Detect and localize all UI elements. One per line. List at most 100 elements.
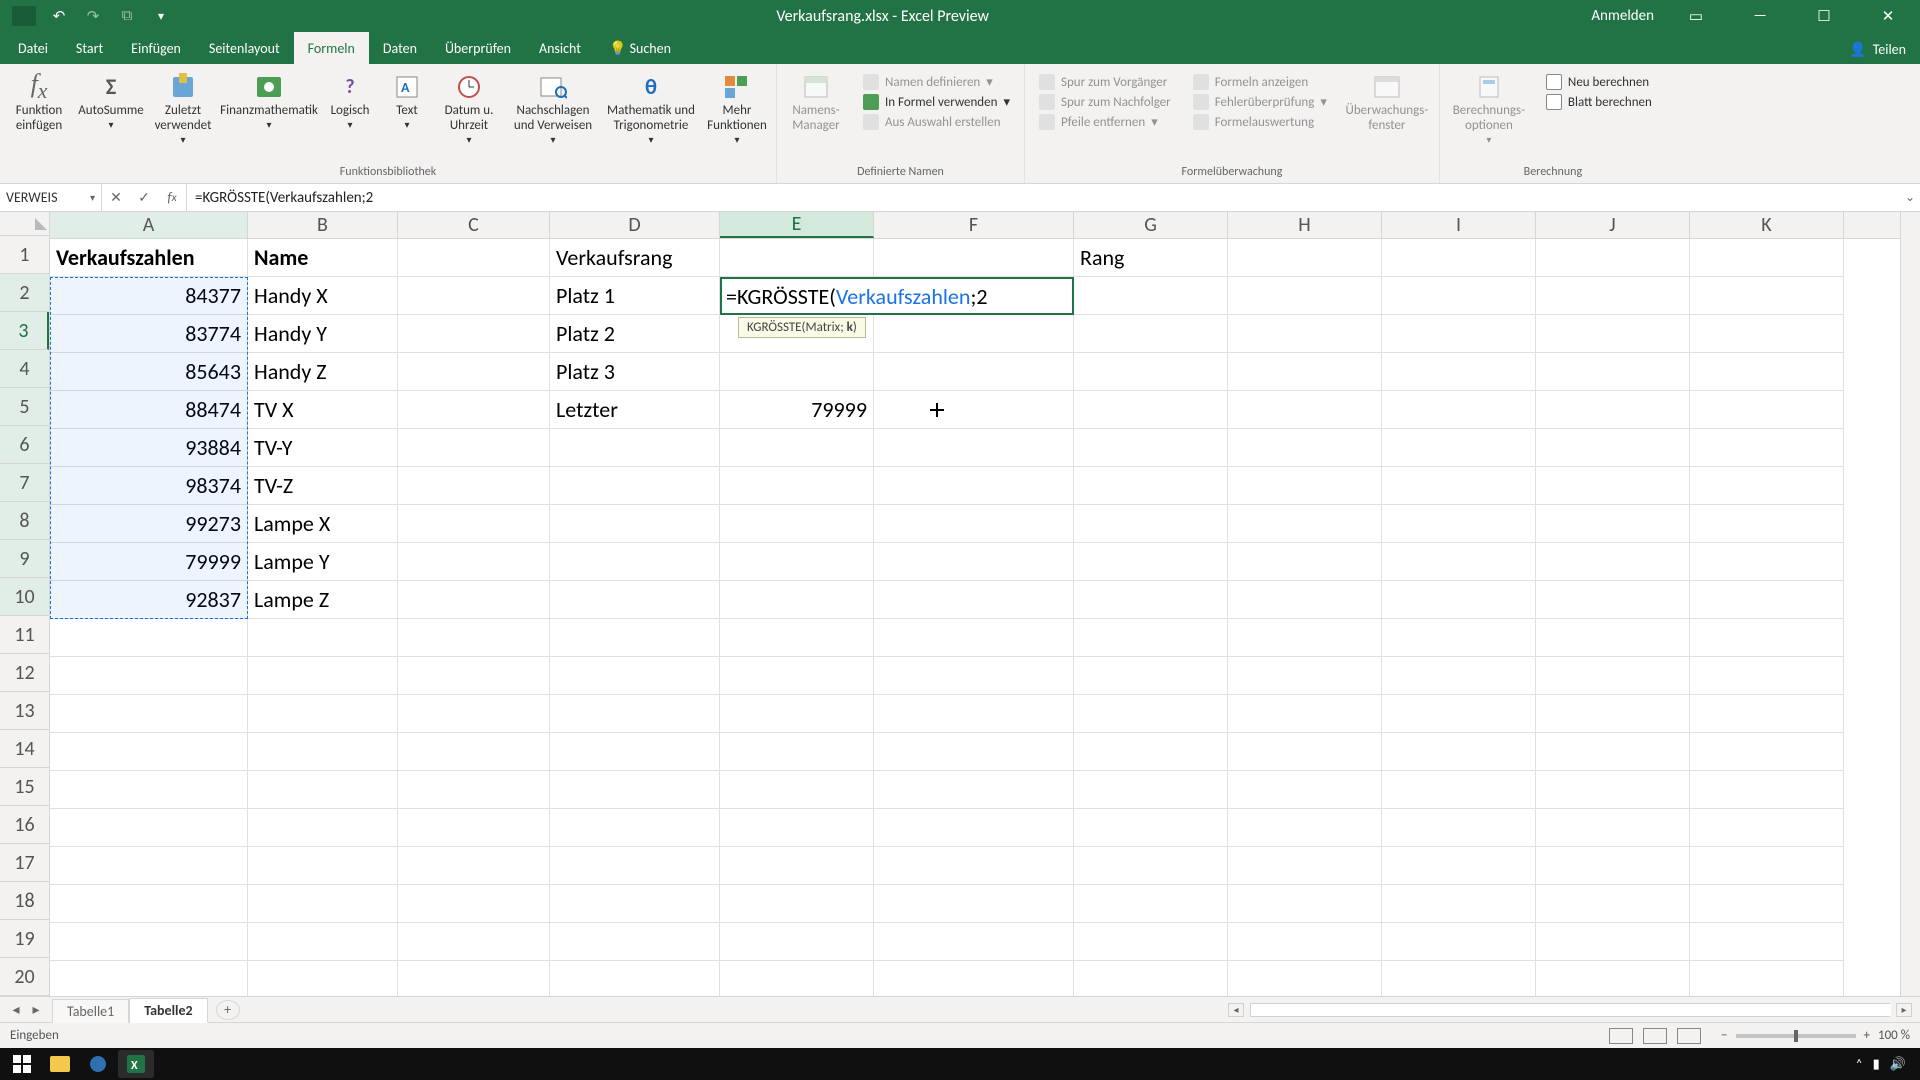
col-header-B[interactable]: B: [248, 212, 398, 238]
cell-E7[interactable]: [720, 467, 874, 505]
cell-C9[interactable]: [398, 543, 550, 581]
cell-A13[interactable]: [50, 695, 248, 733]
taskbar-explorer[interactable]: [42, 1050, 78, 1078]
cell-H10[interactable]: [1228, 581, 1382, 619]
cell-J8[interactable]: [1536, 505, 1690, 543]
cell-J4[interactable]: [1536, 353, 1690, 391]
cell-K19[interactable]: [1690, 923, 1844, 961]
tab-daten[interactable]: Daten: [369, 32, 431, 64]
cell-I10[interactable]: [1382, 581, 1536, 619]
row-header-20[interactable]: 20: [0, 958, 49, 996]
cell-D11[interactable]: [550, 619, 720, 657]
cell-F3[interactable]: [874, 315, 1074, 353]
cell-H2[interactable]: [1228, 277, 1382, 315]
btn-fehlerueberpruefung[interactable]: Fehlerüberprüfung ▾: [1187, 94, 1333, 110]
cell-H4[interactable]: [1228, 353, 1382, 391]
cell-I15[interactable]: [1382, 771, 1536, 809]
view-pagebreak-button[interactable]: [1677, 1028, 1701, 1044]
cell-H3[interactable]: [1228, 315, 1382, 353]
taskbar-excel[interactable]: X: [118, 1050, 154, 1078]
row-header-9[interactable]: 9: [0, 540, 49, 578]
cell-D7[interactable]: [550, 467, 720, 505]
cell-H14[interactable]: [1228, 733, 1382, 771]
cell-F12[interactable]: [874, 657, 1074, 695]
row-header-10[interactable]: 10: [0, 578, 49, 616]
function-tooltip[interactable]: KGRÖSSTE(Matrix; k): [738, 317, 866, 338]
cell-G11[interactable]: [1074, 619, 1228, 657]
cell-G15[interactable]: [1074, 771, 1228, 809]
cell-H19[interactable]: [1228, 923, 1382, 961]
formula-expand-button[interactable]: ⌄: [1900, 184, 1920, 211]
cell-A1[interactable]: Verkaufszahlen: [50, 239, 248, 277]
cell-C13[interactable]: [398, 695, 550, 733]
cell-D9[interactable]: [550, 543, 720, 581]
cell-F1[interactable]: [874, 239, 1074, 277]
cell-A7[interactable]: 98374: [50, 467, 248, 505]
cell-E11[interactable]: [720, 619, 874, 657]
cell-A17[interactable]: [50, 847, 248, 885]
btn-spur-nachfolger[interactable]: Spur zum Nachfolger: [1033, 94, 1177, 110]
cell-F18[interactable]: [874, 885, 1074, 923]
sheet-nav-last[interactable]: ▸: [28, 1001, 44, 1018]
cell-F17[interactable]: [874, 847, 1074, 885]
cell-G3[interactable]: [1074, 315, 1228, 353]
cell-D6[interactable]: [550, 429, 720, 467]
cell-H12[interactable]: [1228, 657, 1382, 695]
cells-area[interactable]: VerkaufszahlenNameVerkaufsrangRang84377H…: [50, 239, 1900, 996]
col-header-I[interactable]: I: [1382, 212, 1536, 238]
cell-D2[interactable]: Platz 1: [550, 277, 720, 315]
col-header-G[interactable]: G: [1074, 212, 1228, 238]
cell-C5[interactable]: [398, 391, 550, 429]
btn-logisch[interactable]: ?Logisch▾: [324, 68, 376, 130]
btn-in-formel-verwenden[interactable]: In Formel verwenden ▾: [857, 94, 1016, 110]
taskbar-edge[interactable]: [80, 1050, 116, 1078]
cell-D4[interactable]: Platz 3: [550, 353, 720, 391]
cell-H6[interactable]: [1228, 429, 1382, 467]
btn-aus-auswahl-erstellen[interactable]: Aus Auswahl erstellen: [857, 114, 1016, 130]
cell-H7[interactable]: [1228, 467, 1382, 505]
cell-I13[interactable]: [1382, 695, 1536, 733]
cell-E16[interactable]: [720, 809, 874, 847]
row-header-7[interactable]: 7: [0, 464, 49, 502]
view-pagelayout-button[interactable]: [1643, 1028, 1667, 1044]
close-button[interactable]: ✕: [1866, 0, 1910, 32]
cell-D18[interactable]: [550, 885, 720, 923]
cell-I8[interactable]: [1382, 505, 1536, 543]
cell-K7[interactable]: [1690, 467, 1844, 505]
cell-F4[interactable]: [874, 353, 1074, 391]
cell-C14[interactable]: [398, 733, 550, 771]
col-header-H[interactable]: H: [1228, 212, 1382, 238]
sheet-tab-tabelle2[interactable]: Tabelle2: [129, 998, 207, 1023]
cell-E6[interactable]: [720, 429, 874, 467]
cell-K4[interactable]: [1690, 353, 1844, 391]
row-header-17[interactable]: 17: [0, 844, 49, 882]
cell-G7[interactable]: [1074, 467, 1228, 505]
touchmode-button[interactable]: ⧉: [114, 3, 140, 29]
system-tray[interactable]: ˄ ▮ 🔊: [1846, 1057, 1916, 1072]
cell-C2[interactable]: [398, 277, 550, 315]
cell-H16[interactable]: [1228, 809, 1382, 847]
cell-D17[interactable]: [550, 847, 720, 885]
zoom-in-button[interactable]: +: [1864, 1028, 1870, 1043]
cell-K20[interactable]: [1690, 961, 1844, 996]
cell-J14[interactable]: [1536, 733, 1690, 771]
cell-F19[interactable]: [874, 923, 1074, 961]
cell-G1[interactable]: Rang: [1074, 239, 1228, 277]
cell-B13[interactable]: [248, 695, 398, 733]
cell-I6[interactable]: [1382, 429, 1536, 467]
cell-J17[interactable]: [1536, 847, 1690, 885]
cell-C1[interactable]: [398, 239, 550, 277]
btn-nachschlagen[interactable]: Nachschlagen und Verweisen▾: [510, 68, 596, 145]
tab-ansicht[interactable]: Ansicht: [525, 32, 595, 64]
row-header-4[interactable]: 4: [0, 350, 49, 388]
cell-K14[interactable]: [1690, 733, 1844, 771]
cell-K8[interactable]: [1690, 505, 1844, 543]
cell-I5[interactable]: [1382, 391, 1536, 429]
cell-H13[interactable]: [1228, 695, 1382, 733]
col-header-C[interactable]: C: [398, 212, 550, 238]
cell-F16[interactable]: [874, 809, 1074, 847]
zoom-slider[interactable]: [1736, 1034, 1856, 1038]
cell-I19[interactable]: [1382, 923, 1536, 961]
cell-K2[interactable]: [1690, 277, 1844, 315]
cell-F10[interactable]: [874, 581, 1074, 619]
